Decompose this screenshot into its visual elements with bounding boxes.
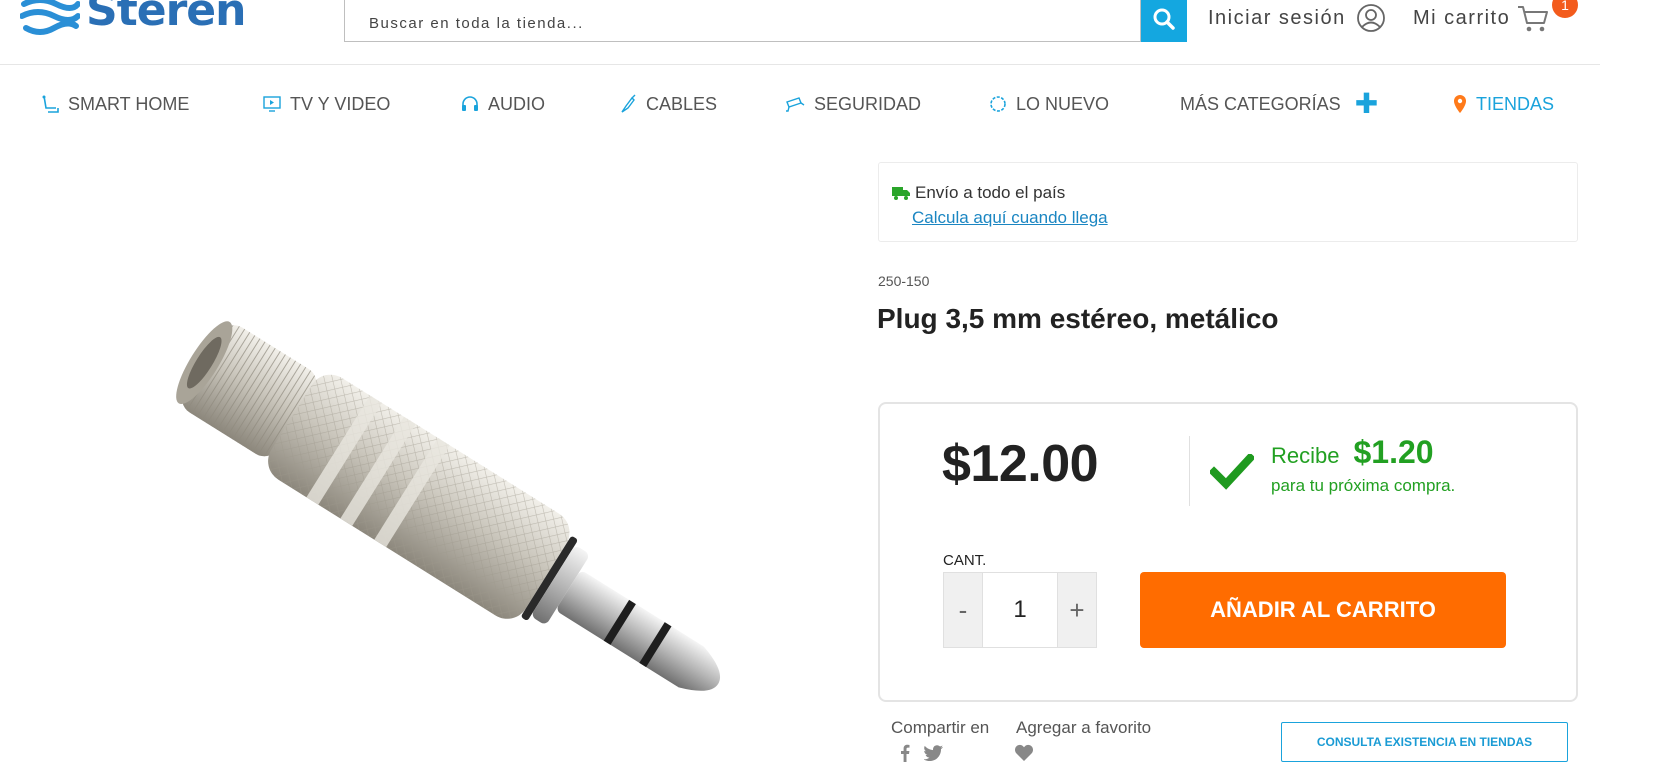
- nav-item-audio[interactable]: AUDIO: [460, 92, 545, 116]
- login-label: Iniciar sesión: [1208, 6, 1346, 29]
- reward-line: Recibe $1.20: [1271, 434, 1434, 471]
- nav-item-seguridad[interactable]: SEGURIDAD: [784, 92, 921, 116]
- add-favorite-link[interactable]: Agregar a favorito: [1016, 718, 1151, 738]
- location-pin-icon: [1454, 95, 1466, 113]
- headphones-icon: [462, 96, 478, 111]
- product-title: Plug 3,5 mm estéreo, metálico: [877, 303, 1279, 334]
- product-image: [176, 321, 721, 691]
- reward-label: Recibe: [1271, 443, 1340, 468]
- logo-waves-icon: [20, 0, 80, 35]
- cart-count-badge: 1: [1552, 0, 1578, 18]
- reward-subtext: para tu próxima compra.: [1271, 476, 1456, 495]
- nav-item-lo-nuevo[interactable]: LO NUEVO: [988, 92, 1109, 116]
- nav-item-mas-categorias[interactable]: MÁS CATEGORÍAS ✚: [1180, 88, 1379, 119]
- divider: [1189, 436, 1190, 506]
- search-bar: [344, 0, 1187, 42]
- purchase-box: $12.00 Recibe $1.20 para tu próxima comp…: [878, 402, 1578, 702]
- product-price: $12.00: [942, 435, 1099, 493]
- shipping-info-box: Envío a todo el país Calcula aquí cuando…: [878, 162, 1578, 242]
- new-badge-icon: [990, 96, 1006, 112]
- cable-icon: [621, 94, 636, 113]
- share-icons: [900, 744, 944, 762]
- nav-label: SEGURIDAD: [814, 93, 922, 114]
- category-nav: SMART HOME TV Y VIDEO AUDIO CABLES SEGUR…: [0, 66, 1600, 140]
- cart-link[interactable]: Mi carrito: [1413, 2, 1550, 34]
- quantity-stepper: - +: [943, 572, 1097, 648]
- nav-label: TV Y VIDEO: [290, 93, 391, 114]
- heart-icon[interactable]: [1014, 744, 1034, 762]
- quantity-input[interactable]: [982, 573, 1058, 647]
- search-icon: [1153, 8, 1175, 30]
- user-icon: [1356, 4, 1385, 32]
- nav-label: MÁS CATEGORÍAS: [1180, 93, 1341, 114]
- nav-item-tv-video[interactable]: TV Y VIDEO: [262, 92, 390, 116]
- nav-item-smart-home[interactable]: SMART HOME: [40, 92, 189, 116]
- search-input[interactable]: [344, 0, 1141, 42]
- share-label: Compartir en: [891, 718, 990, 737]
- nav-item-tiendas[interactable]: TIENDAS: [1452, 92, 1554, 116]
- nav-label: SMART HOME: [68, 93, 190, 114]
- facebook-icon[interactable]: [900, 744, 910, 762]
- quantity-increase-button[interactable]: +: [1058, 573, 1096, 647]
- shipping-line: Envío a todo el país: [891, 183, 1065, 203]
- delivery-estimate-link[interactable]: Calcula aquí cuando llega: [912, 208, 1108, 228]
- tv-icon: [263, 96, 281, 112]
- reward-amount: $1.20: [1353, 434, 1434, 470]
- steren-logo[interactable]: Steren: [20, 0, 246, 40]
- quantity-label: CANT.: [943, 552, 987, 569]
- plus-icon: ✚: [1354, 88, 1379, 119]
- add-to-cart-button[interactable]: AÑADIR AL CARRITO: [1140, 572, 1506, 648]
- site-header: Steren Iniciar sesión Mi carrito 1: [0, 0, 1600, 65]
- twitter-icon[interactable]: [924, 745, 944, 761]
- nav-label: CABLES: [646, 93, 718, 114]
- logo-wordmark: Steren: [86, 0, 246, 36]
- truck-icon: [892, 187, 910, 200]
- nav-label: TIENDAS: [1476, 93, 1555, 114]
- nav-item-cables[interactable]: CABLES: [618, 92, 717, 116]
- shipping-text: Envío a todo el país: [915, 183, 1066, 202]
- cart-label: Mi carrito: [1413, 6, 1511, 29]
- security-camera-icon: [786, 97, 805, 112]
- login-link[interactable]: Iniciar sesión: [1208, 2, 1386, 34]
- check-store-stock-button[interactable]: CONSULTA EXISTENCIA EN TIENDAS: [1281, 722, 1568, 762]
- check-icon: [1210, 454, 1254, 490]
- search-button[interactable]: [1141, 0, 1187, 42]
- smart-home-icon: [42, 95, 59, 113]
- nav-label: AUDIO: [488, 93, 546, 114]
- nav-label: LO NUEVO: [1016, 93, 1110, 114]
- product-sku: 250-150: [878, 273, 930, 289]
- quantity-decrease-button[interactable]: -: [944, 573, 982, 647]
- cart-icon: [1518, 6, 1549, 32]
